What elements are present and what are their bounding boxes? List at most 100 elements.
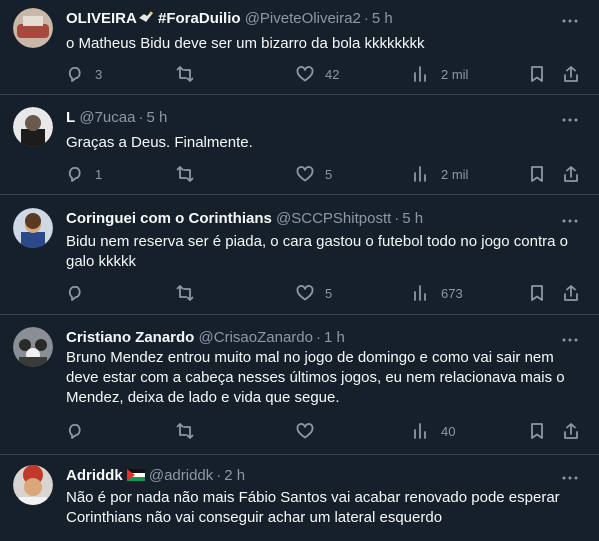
tweet-actions: 5 673 — [62, 283, 587, 307]
heart-icon — [296, 285, 314, 301]
reply-button[interactable] — [66, 283, 95, 303]
analytics-icon — [414, 285, 426, 301]
more-options-icon[interactable] — [561, 212, 579, 230]
timestamp[interactable]: 1 h — [324, 329, 345, 346]
timestamp[interactable]: 2 h — [224, 467, 245, 484]
more-options-icon[interactable] — [561, 331, 579, 349]
reply-icon — [68, 167, 81, 182]
display-name[interactable]: Adriddk — [66, 467, 123, 484]
avatar[interactable] — [13, 465, 53, 505]
timestamp[interactable]: 5 h — [372, 10, 393, 27]
share-button[interactable] — [562, 164, 580, 184]
views-count: 2 mil — [441, 166, 469, 182]
retweet-button[interactable] — [176, 64, 205, 84]
share-icon — [564, 285, 578, 301]
heart-icon — [296, 166, 314, 182]
user-handle[interactable]: @adriddk — [149, 467, 213, 484]
avatar[interactable] — [13, 327, 53, 367]
tweet-actions: 40 — [62, 421, 587, 445]
timestamp[interactable]: 5 h — [402, 210, 423, 227]
views-button[interactable]: 2 mil — [412, 164, 468, 184]
retweet-button[interactable] — [176, 421, 205, 441]
retweet-button[interactable] — [176, 283, 205, 303]
like-button[interactable] — [296, 421, 325, 441]
user-handle[interactable]: @PiveteOliveira2 — [245, 10, 361, 27]
avatar[interactable] — [13, 8, 53, 48]
tweet-text: Não é por nada não mais Fábio Santos vai… — [66, 489, 560, 526]
separator-dot: · — [363, 10, 369, 27]
tweet-text: Bidu nem reserva ser é piada, o cara gas… — [66, 233, 568, 270]
retweet-icon — [176, 423, 194, 439]
display-name[interactable]: L — [66, 109, 75, 126]
share-icon — [564, 166, 578, 182]
retweet-icon — [176, 285, 194, 301]
like-count: 5 — [325, 285, 333, 301]
reply-button[interactable] — [66, 421, 95, 441]
user-handle[interactable]: @SCCPShitpostt — [276, 210, 391, 227]
tweet[interactable]: OLIVEIRA #ForaDuilio @PiveteOliveira2 · 5 … — [0, 0, 599, 95]
display-name[interactable]: OLIVEIRA — [66, 10, 137, 27]
tweet[interactable]: L @7ucaa · 5 h Graças a Deus. Finalmente. … — [0, 95, 599, 195]
display-name[interactable]: Cristiano Zanardo — [66, 329, 194, 346]
like-button[interactable]: 5 — [296, 283, 332, 303]
share-button[interactable] — [562, 283, 580, 303]
reply-icon — [68, 67, 81, 82]
like-count: 42 — [325, 66, 340, 82]
like-button[interactable]: 42 — [296, 64, 339, 84]
bookmark-icon — [531, 166, 543, 182]
display-name-hashtag[interactable]: #ForaDuilio — [154, 10, 241, 27]
display-name[interactable]: Coringuei com o Corinthians — [66, 210, 272, 227]
views-button[interactable]: 2 mil — [412, 64, 468, 84]
like-count: 5 — [325, 166, 333, 182]
tweet-actions: 1 5 2 mil — [62, 164, 587, 188]
retweet-button[interactable] — [176, 164, 205, 184]
avatar[interactable] — [13, 107, 53, 147]
tweet[interactable]: Cristiano Zanardo @CrisaoZanardo · 1 h Bru… — [0, 315, 599, 455]
tweet-text: o Matheus Bidu deve ser um bizarro da bo… — [66, 35, 425, 52]
bookmark-button[interactable] — [528, 64, 546, 84]
bookmark-icon — [531, 423, 543, 439]
tweet-actions: 3 42 2 mil — [62, 64, 587, 88]
reply-button[interactable]: 3 — [66, 64, 102, 84]
heart-icon — [296, 423, 314, 439]
tweet-text: Bruno Mendez entrou muito mal no jogo de… — [66, 349, 565, 406]
user-handle[interactable]: @CrisaoZanardo — [199, 329, 313, 346]
reply-count: 3 — [95, 66, 103, 82]
like-button[interactable]: 5 — [296, 164, 332, 184]
reply-button[interactable]: 1 — [66, 164, 102, 184]
share-icon — [564, 66, 578, 82]
views-count: 40 — [441, 423, 456, 439]
tweet[interactable]: Coringuei com o Corinthians @SCCPShitpos… — [0, 195, 599, 315]
timestamp[interactable]: 5 h — [146, 109, 167, 126]
share-icon — [564, 423, 578, 439]
reply-count: 1 — [95, 166, 103, 182]
retweet-icon — [176, 66, 194, 82]
user-handle[interactable]: @7ucaa — [79, 109, 135, 126]
bookmark-icon — [531, 285, 543, 301]
share-button[interactable] — [562, 64, 580, 84]
bookmark-button[interactable] — [528, 283, 546, 303]
views-count: 673 — [441, 285, 463, 301]
tweet[interactable]: Adriddk @adriddk · 2 h Não é por nada não … — [0, 455, 599, 541]
reply-icon — [68, 286, 81, 301]
separator-dot: · — [315, 329, 321, 346]
more-options-icon[interactable] — [561, 111, 579, 129]
avatar[interactable] — [13, 208, 53, 248]
analytics-icon — [414, 166, 426, 182]
retweet-icon — [176, 166, 194, 182]
eagle-emoji-icon — [138, 11, 153, 22]
more-options-icon[interactable] — [561, 12, 579, 30]
heart-icon — [296, 66, 314, 82]
reply-icon — [68, 424, 81, 439]
tweet-text: Graças a Deus. Finalmente. — [66, 134, 253, 151]
views-button[interactable]: 673 — [412, 283, 463, 303]
analytics-icon — [414, 66, 426, 82]
palestine-flag-icon — [126, 469, 145, 481]
analytics-icon — [414, 423, 426, 439]
bookmark-button[interactable] — [528, 164, 546, 184]
separator-dot: · — [216, 467, 222, 484]
bookmark-button[interactable] — [528, 421, 546, 441]
more-options-icon[interactable] — [561, 469, 579, 487]
views-button[interactable]: 40 — [412, 421, 455, 441]
share-button[interactable] — [562, 421, 580, 441]
